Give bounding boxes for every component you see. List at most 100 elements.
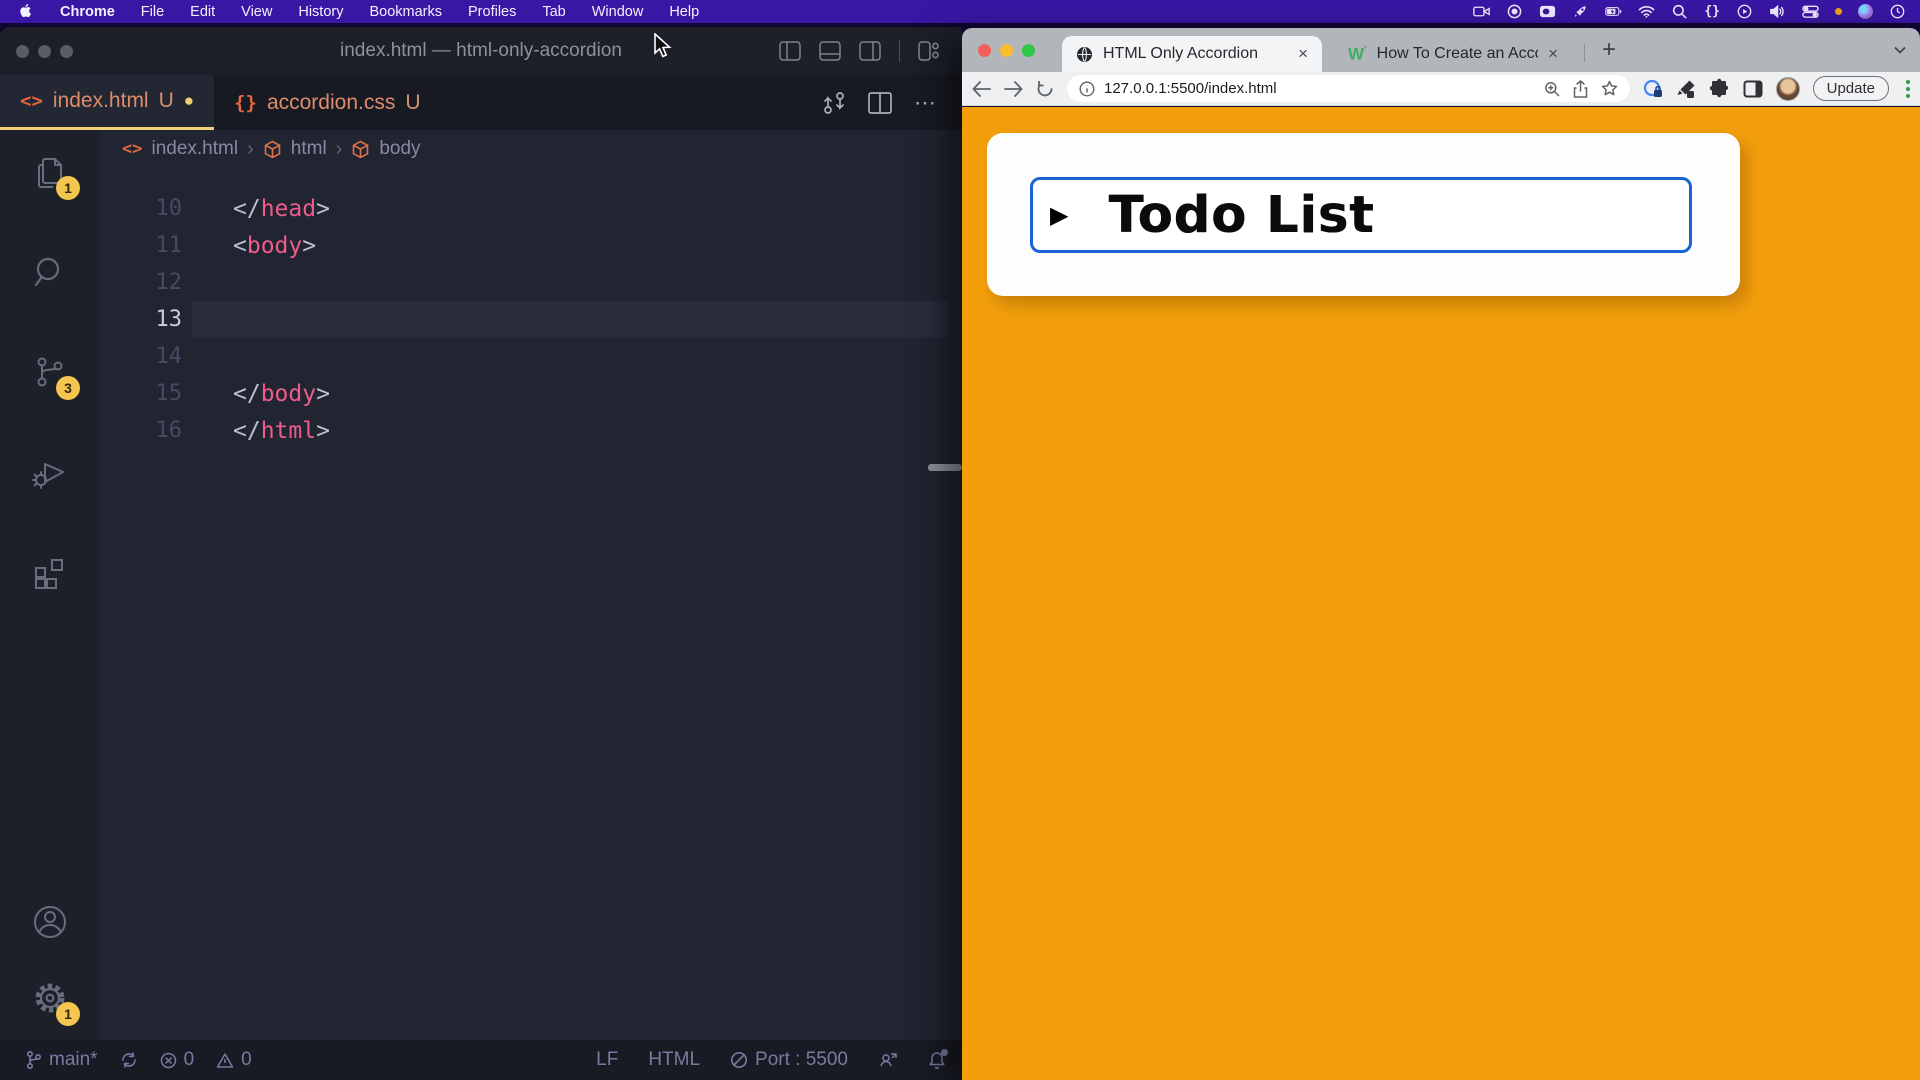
apple-menu-icon[interactable] — [20, 4, 34, 20]
new-tab-button[interactable]: + — [1602, 36, 1616, 64]
extensions-puzzle-icon[interactable] — [1709, 78, 1730, 99]
battery-icon[interactable] — [1605, 4, 1622, 19]
explorer-view-button[interactable]: 1 — [26, 148, 74, 196]
update-label: Update — [1827, 80, 1875, 97]
menu-item-help[interactable]: Help — [669, 4, 699, 20]
vscode-titlebar[interactable]: index.html — html-only-accordion — [0, 27, 962, 75]
menu-item-history[interactable]: History — [298, 4, 343, 20]
share-icon[interactable] — [1573, 80, 1588, 98]
chrome-minimize-button[interactable] — [1000, 44, 1013, 57]
dirty-indicator-icon[interactable]: ● — [184, 91, 194, 111]
code-line[interactable]: 12 — [100, 264, 962, 301]
siri-icon[interactable] — [1858, 4, 1873, 19]
toggle-secondary-sidebar-icon[interactable] — [859, 41, 881, 61]
editor-area[interactable]: <> index.html › html › body 10 </head> 1… — [100, 130, 962, 1040]
rocket-icon[interactable] — [1572, 4, 1589, 19]
forward-button[interactable] — [1004, 81, 1023, 97]
address-bar[interactable]: 127.0.0.1:5500/index.html — [1067, 75, 1630, 102]
update-menu-dots-icon[interactable] — [1906, 80, 1910, 98]
search-view-button[interactable] — [26, 248, 74, 296]
back-button[interactable] — [972, 81, 991, 97]
update-button[interactable]: Update — [1813, 76, 1889, 101]
zoom-icon[interactable] — [1544, 81, 1560, 97]
extensions-view-button[interactable] — [26, 548, 74, 596]
menu-item-file[interactable]: File — [141, 4, 164, 20]
menu-item-profiles[interactable]: Profiles — [468, 4, 516, 20]
globe-favicon — [1076, 46, 1093, 63]
menu-item-view[interactable]: View — [241, 4, 272, 20]
breadcrumb-file[interactable]: index.html — [151, 138, 238, 160]
browser-tab-active[interactable]: HTML Only Accordion × — [1062, 36, 1322, 72]
code-line[interactable]: 14 — [100, 338, 962, 375]
chrome-zoom-button[interactable] — [1022, 44, 1035, 57]
code-line[interactable]: 11 <body> — [100, 227, 962, 264]
sync-icon[interactable] — [120, 1051, 138, 1069]
breadcrumb-node[interactable]: html — [291, 138, 327, 160]
url-text[interactable]: 127.0.0.1:5500/index.html — [1104, 80, 1277, 97]
tab-close-icon[interactable]: × — [1298, 44, 1308, 64]
settings-gear-button[interactable]: 1 — [26, 974, 74, 1022]
toggle-primary-sidebar-icon[interactable] — [779, 41, 801, 61]
line-number: 12 — [100, 270, 182, 295]
open-changes-icon[interactable] — [822, 90, 846, 116]
menu-item-bookmarks[interactable]: Bookmarks — [369, 4, 442, 20]
record-icon[interactable] — [1506, 4, 1523, 19]
editor-tab-index-html[interactable]: <> index.html U ● — [0, 75, 214, 130]
wifi-icon[interactable] — [1638, 4, 1655, 19]
profile-avatar[interactable] — [1776, 77, 1800, 101]
tab-search-chevron-icon[interactable] — [1894, 46, 1906, 54]
toggle-panel-icon[interactable] — [819, 41, 841, 61]
video-camera-icon[interactable] — [1473, 4, 1490, 19]
code-line[interactable]: 15 </body> — [100, 375, 962, 412]
bookmark-star-icon[interactable] — [1601, 80, 1618, 97]
errors-status[interactable]: 0 — [160, 1049, 195, 1071]
breadcrumb[interactable]: <> index.html › html › body — [100, 130, 962, 168]
warnings-status[interactable]: 0 — [216, 1049, 252, 1071]
code-line[interactable]: 16 </html> — [100, 412, 962, 449]
password-extension-icon[interactable] — [1643, 79, 1663, 99]
menu-item-edit[interactable]: Edit — [190, 4, 215, 20]
live-server-port-status[interactable]: Port : 5500 — [730, 1049, 848, 1071]
code-line[interactable]: 10 </head> — [100, 190, 962, 227]
play-circle-icon[interactable] — [1736, 4, 1753, 19]
reload-button[interactable] — [1036, 80, 1054, 98]
eol-status[interactable]: LF — [596, 1049, 618, 1071]
language-mode-status[interactable]: HTML — [648, 1049, 700, 1071]
git-branch-status[interactable]: main* — [26, 1049, 98, 1071]
source-control-view-button[interactable]: 3 — [26, 348, 74, 396]
menu-item-tab[interactable]: Tab — [542, 4, 565, 20]
chrome-close-button[interactable] — [978, 44, 991, 57]
titlebar-divider — [899, 40, 900, 62]
accounts-button[interactable] — [26, 898, 74, 946]
braces-icon[interactable]: {} — [1704, 4, 1720, 19]
recording-dot — [1835, 8, 1842, 15]
run-debug-view-button[interactable] — [26, 448, 74, 496]
accordion-card: ▶ Todo List — [987, 133, 1740, 296]
site-info-icon[interactable] — [1079, 81, 1095, 97]
live-share-icon[interactable] — [878, 1051, 898, 1069]
sash-handle[interactable] — [928, 464, 962, 471]
colorpicker-extension-icon[interactable] — [1676, 79, 1696, 99]
side-panel-icon[interactable] — [1743, 80, 1763, 98]
vscode-tabstrip: <> index.html U ● {} accordion.css U ⋯ — [0, 75, 962, 130]
code-editor[interactable]: 10 </head> 11 <body> 12 13 14 — [100, 168, 962, 1040]
split-editor-icon[interactable] — [868, 92, 892, 114]
error-count: 0 — [184, 1049, 195, 1071]
clock-icon[interactable] — [1889, 4, 1906, 19]
customize-layout-icon[interactable] — [918, 41, 940, 61]
more-actions-icon[interactable]: ⋯ — [914, 90, 938, 116]
menu-item-app[interactable]: Chrome — [60, 4, 115, 20]
menu-item-window[interactable]: Window — [592, 4, 644, 20]
editor-tab-accordion-css[interactable]: {} accordion.css U — [214, 75, 440, 130]
tab-close-icon[interactable]: × — [1548, 44, 1558, 64]
git-branch-icon — [26, 1050, 42, 1070]
control-center-icon[interactable] — [1802, 4, 1819, 19]
browser-tab-inactive[interactable]: W' How To Create an Accordion × — [1334, 36, 1572, 72]
breadcrumb-node[interactable]: body — [379, 138, 420, 160]
code-line-active[interactable]: 13 — [100, 301, 962, 338]
screen-icon[interactable] — [1539, 4, 1556, 19]
accordion-summary[interactable]: ▶ Todo List — [1030, 177, 1692, 253]
volume-icon[interactable] — [1769, 4, 1786, 19]
search-icon[interactable] — [1671, 4, 1688, 19]
warning-count: 0 — [241, 1049, 252, 1071]
